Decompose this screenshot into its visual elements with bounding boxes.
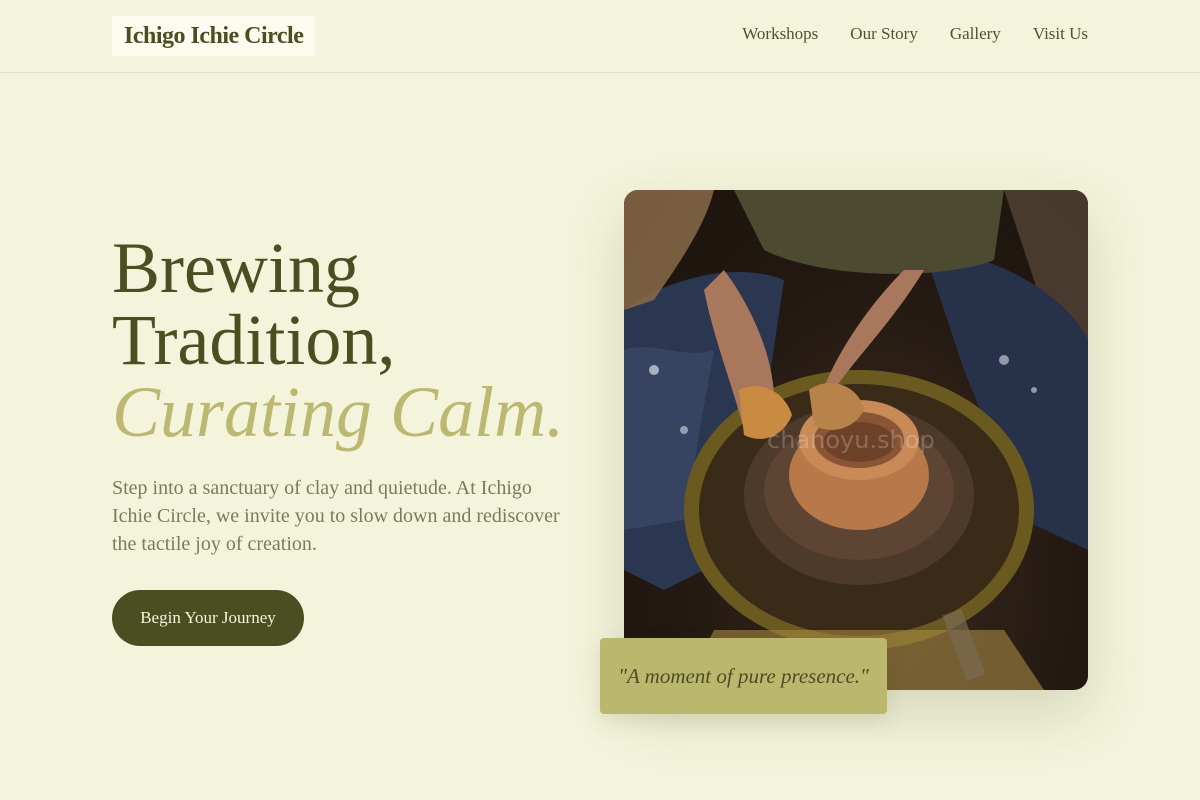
photo-watermark: chanoyu.shop	[767, 426, 935, 454]
hero-title-accent: Curating Calm.	[112, 372, 565, 452]
nav-link-our-story[interactable]: Our Story	[850, 24, 918, 44]
hero-title-line-1: Brewing	[112, 228, 360, 308]
pottery-wheel-photo: chanoyu.shop	[624, 190, 1088, 690]
main-nav: Workshops Our Story Gallery Visit Us	[742, 24, 1088, 44]
nav-link-workshops[interactable]: Workshops	[742, 24, 818, 44]
site-header: Ichigo Ichie Circle Workshops Our Story …	[0, 0, 1200, 73]
hero-title: Brewing Tradition, Curating Calm.	[112, 232, 612, 448]
hero-description: Step into a sanctuary of clay and quietu…	[112, 477, 560, 555]
nav-link-gallery[interactable]: Gallery	[950, 24, 1001, 44]
brand-logo[interactable]: Ichigo Ichie Circle	[112, 16, 316, 56]
hero-title-line-2: Tradition,	[112, 300, 396, 380]
quote-text: "A moment of pure presence."	[618, 663, 869, 688]
nav-link-visit-us[interactable]: Visit Us	[1033, 24, 1088, 44]
begin-journey-button[interactable]: Begin Your Journey	[112, 590, 304, 646]
quote-card: "A moment of pure presence."	[600, 638, 887, 714]
